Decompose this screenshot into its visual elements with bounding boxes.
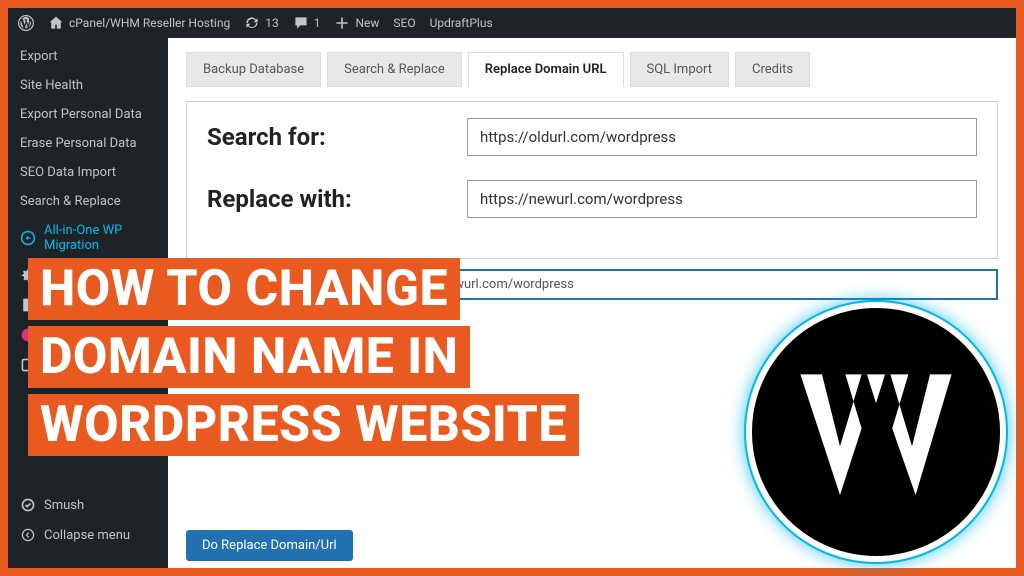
updraft-link[interactable]: UpdraftPlus bbox=[430, 16, 493, 30]
updates-count: 13 bbox=[265, 16, 279, 30]
admin-toolbar: cPanel/WHM Reseller Hosting 13 1 New SEO… bbox=[8, 8, 1016, 38]
tab-search-replace[interactable]: Search & Replace bbox=[327, 52, 462, 87]
sidebar-item-site-health[interactable]: Site Health bbox=[8, 71, 168, 100]
replace-with-row: Replace with: bbox=[207, 180, 977, 218]
new-label: New bbox=[355, 16, 379, 30]
sidebar-item-aiowpm[interactable]: All-in-One WP Migration bbox=[8, 216, 168, 260]
tab-credits[interactable]: Credits bbox=[735, 52, 810, 87]
title-overlay: HOW TO CHANGE DOMAIN NAME IN WORDPRESS W… bbox=[28, 258, 579, 456]
plus-icon bbox=[334, 15, 350, 31]
tab-replace-domain-url[interactable]: Replace Domain URL bbox=[468, 52, 624, 87]
sidebar-item-search-replace[interactable]: Search & Replace bbox=[8, 187, 168, 216]
new-content-link[interactable]: New bbox=[334, 15, 379, 31]
replace-with-label: Replace with: bbox=[207, 185, 447, 213]
replace-with-input[interactable] bbox=[467, 180, 977, 218]
wordpress-logo-badge bbox=[746, 302, 1006, 562]
tab-backup-database[interactable]: Backup Database bbox=[186, 52, 321, 87]
collapse-menu[interactable]: Collapse menu bbox=[8, 520, 168, 550]
comments-count: 1 bbox=[314, 16, 321, 30]
comment-icon bbox=[293, 15, 309, 31]
seo-link[interactable]: SEO bbox=[393, 16, 415, 30]
search-for-input[interactable] bbox=[467, 118, 977, 156]
sidebar-item-erase-personal[interactable]: Erase Personal Data bbox=[8, 129, 168, 158]
migration-icon bbox=[20, 230, 36, 246]
tool-tabs: Backup Database Search & Replace Replace… bbox=[186, 52, 998, 87]
home-icon bbox=[48, 15, 64, 31]
search-for-row: Search for: bbox=[207, 118, 977, 156]
sidebar-item-seo-import[interactable]: SEO Data Import bbox=[8, 158, 168, 187]
do-replace-button[interactable]: Do Replace Domain/Url bbox=[186, 530, 353, 561]
sidebar-item-export-personal[interactable]: Export Personal Data bbox=[8, 100, 168, 129]
updates-link[interactable]: 13 bbox=[244, 15, 279, 31]
overlay-line-2: DOMAIN NAME IN bbox=[28, 326, 470, 388]
smush-icon bbox=[20, 497, 36, 513]
overlay-line-3: WORDPRESS WEBSITE bbox=[28, 394, 579, 456]
wordpress-w-icon bbox=[786, 342, 966, 522]
site-title: cPanel/WHM Reseller Hosting bbox=[69, 16, 230, 30]
tab-sql-import[interactable]: SQL Import bbox=[630, 52, 730, 87]
sidebar-item-smush[interactable]: Smush bbox=[8, 490, 168, 520]
site-home-link[interactable]: cPanel/WHM Reseller Hosting bbox=[48, 15, 230, 31]
comments-link[interactable]: 1 bbox=[293, 15, 321, 31]
search-for-label: Search for: bbox=[207, 123, 447, 151]
wordpress-icon bbox=[18, 15, 34, 31]
overlay-line-1: HOW TO CHANGE bbox=[28, 258, 460, 320]
form-panel: Search for: Replace with: bbox=[186, 101, 998, 259]
refresh-icon bbox=[244, 15, 260, 31]
sidebar-item-export[interactable]: Export bbox=[8, 42, 168, 71]
collapse-icon bbox=[20, 527, 36, 543]
wp-logo-menu[interactable] bbox=[18, 15, 34, 31]
